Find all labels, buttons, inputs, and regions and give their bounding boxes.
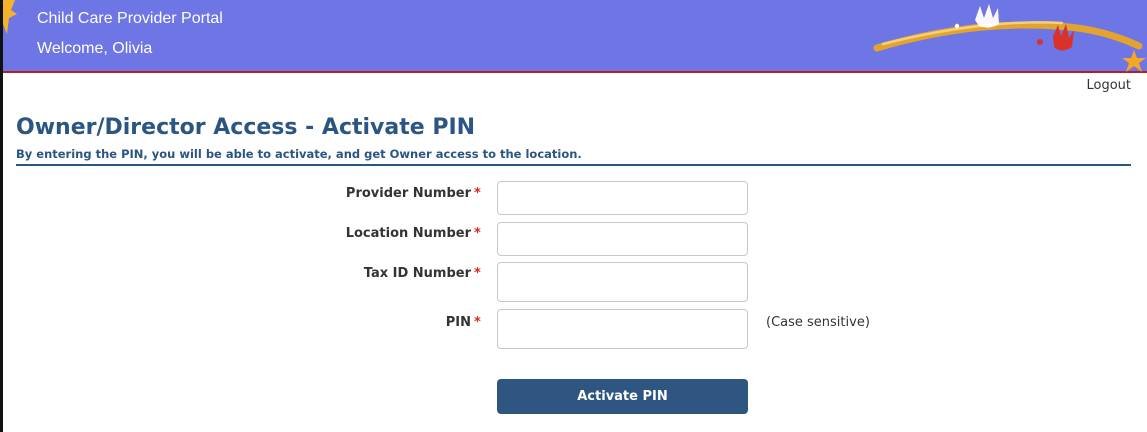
provider-number-label: Provider Number — [345, 186, 471, 201]
location-number-input[interactable] — [497, 222, 748, 256]
pin-label: PIN — [445, 315, 471, 330]
case-sensitive-hint: (Case sensitive) — [766, 315, 870, 330]
page-subtitle: By entering the PIN, you will be able to… — [16, 147, 582, 161]
required-marker: * — [474, 186, 481, 201]
header-banner: Child Care Provider Portal Welcome, Oliv… — [3, 0, 1147, 73]
banner-logo-art — [873, 4, 1146, 72]
form-row-provider-number: Provider Number * — [0, 180, 1147, 220]
pin-input[interactable] — [497, 309, 748, 349]
form-row-tax-id-number: Tax ID Number * — [0, 262, 1147, 302]
tax-id-number-label: Tax ID Number — [363, 266, 471, 281]
location-number-label: Location Number — [345, 226, 471, 241]
provider-number-input[interactable] — [497, 181, 748, 215]
activate-pin-button[interactable]: Activate PIN — [497, 379, 748, 414]
star-icon — [3, 0, 17, 34]
portal-title: Child Care Provider Portal — [37, 10, 223, 27]
required-marker: * — [474, 315, 481, 330]
logout-link[interactable]: Logout — [1086, 78, 1131, 93]
form-row-location-number: Location Number * — [0, 221, 1147, 261]
title-divider — [16, 164, 1131, 166]
required-marker: * — [474, 266, 481, 281]
welcome-message: Welcome, Olivia — [37, 40, 153, 57]
required-marker: * — [474, 226, 481, 241]
tax-id-number-input[interactable] — [497, 262, 748, 302]
page-title: Owner/Director Access - Activate PIN — [16, 115, 476, 140]
form-row-pin: PIN * (Case sensitive) — [0, 309, 1147, 349]
